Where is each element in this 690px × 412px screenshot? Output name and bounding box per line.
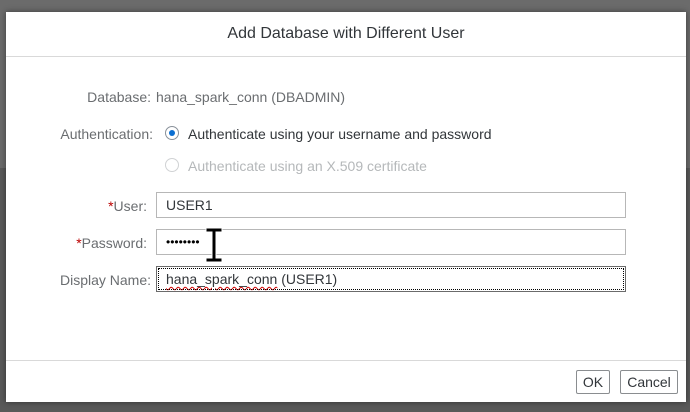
auth-password-radio[interactable] — [165, 126, 179, 140]
user-label-text: User: — [113, 198, 147, 214]
text-cursor-icon — [205, 228, 223, 262]
dialog-title: Add Database with Different User — [227, 25, 465, 42]
database-value: hana_spark_conn (DBADMIN) — [156, 89, 346, 105]
display-name-label: Display Name: — [59, 272, 151, 288]
user-label: *User: — [46, 198, 147, 214]
dialog-header: Add Database with Different User — [6, 12, 686, 57]
display-name-input[interactable]: hana_spark_conn (USER1) — [156, 266, 626, 292]
password-input-value: •••••••• — [166, 235, 200, 249]
user-input-value: USER1 — [166, 197, 213, 213]
password-label-text: Password: — [81, 235, 147, 251]
database-label: Database: — [87, 89, 151, 105]
authentication-label: Authentication: — [60, 126, 153, 142]
display-name-value-misspelled: hana_spark_conn — [166, 271, 278, 287]
auth-certificate-radio[interactable] — [165, 158, 179, 172]
display-name-value-rest: (USER1) — [277, 271, 338, 287]
dialog-footer: OK Cancel — [6, 360, 686, 403]
user-input[interactable]: USER1 — [156, 192, 626, 218]
password-label: *Password: — [46, 235, 147, 251]
auth-certificate-label: Authenticate using an X.509 certificate — [188, 158, 427, 174]
add-database-dialog: Add Database with Different User Databas… — [6, 12, 686, 402]
auth-password-label[interactable]: Authenticate using your username and pas… — [188, 126, 492, 142]
ok-button[interactable]: OK — [576, 370, 610, 394]
cancel-button[interactable]: Cancel — [620, 370, 678, 394]
password-input[interactable]: •••••••• — [156, 229, 626, 255]
